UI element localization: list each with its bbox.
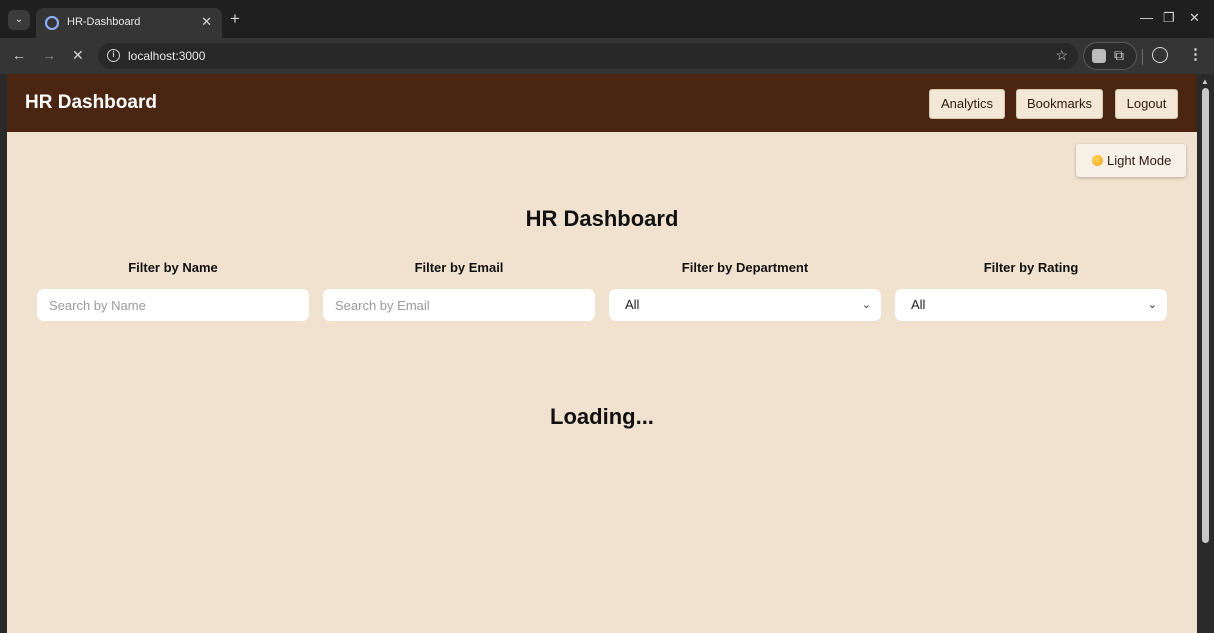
back-arrow-icon[interactable]: ← [12, 48, 26, 62]
extension-icon[interactable] [1092, 49, 1106, 63]
puzzle-icon[interactable]: ⧉ [1114, 47, 1124, 64]
url-text: localhost:3000 [128, 49, 206, 63]
browser-toolbar: ← → ✕ i localhost:3000 ☆ [0, 38, 1214, 74]
logout-button[interactable]: Logout [1115, 89, 1178, 119]
theme-toggle-label: Light Mode [1107, 153, 1172, 168]
hr-dashboard-page: HR Dashboard Analytics Bookmarks Logout … [7, 74, 1197, 633]
window-close-icon[interactable]: ✕ [1189, 10, 1200, 26]
theme-toggle-button[interactable]: Light Mode [1076, 144, 1186, 177]
toolbar-separator [1142, 49, 1143, 65]
extensions-group: ⧉ [1083, 42, 1137, 70]
favicon-icon [45, 16, 59, 30]
browser-viewport: HR Dashboard Analytics Bookmarks Logout … [0, 74, 1214, 633]
tab-title: HR-Dashboard [67, 16, 141, 28]
rating-selected-value: All [911, 297, 926, 312]
bookmark-star-icon[interactable]: ☆ [1055, 47, 1068, 64]
analytics-button[interactable]: Analytics [929, 89, 1005, 119]
minimize-icon[interactable]: — [1140, 10, 1153, 25]
brand-title[interactable]: HR Dashboard [25, 92, 157, 114]
filter-name-label: Filter by Name [128, 260, 218, 275]
filter-department-label: Filter by Department [681, 260, 809, 275]
chevron-down-icon: ⌄ [1147, 299, 1157, 311]
scroll-up-arrow-icon[interactable]: ▲ [1201, 77, 1209, 86]
tab-search-chevron-icon[interactable]: ⌄ [8, 10, 30, 30]
scrollbar[interactable]: ▲ [1197, 74, 1214, 633]
address-bar[interactable]: i localhost:3000 ☆ [98, 43, 1078, 69]
app-navbar: HR Dashboard Analytics Bookmarks Logout [7, 74, 1197, 132]
profile-icon[interactable] [1152, 47, 1168, 63]
filter-rating-label: Filter by Rating [983, 260, 1079, 275]
browser-titlebar: ⌄ HR-Dashboard ✕ + — ❐ ✕ [0, 0, 1214, 38]
department-select[interactable]: All ⌄ [609, 289, 881, 321]
name-search-input[interactable] [37, 289, 309, 321]
department-selected-value: All [625, 297, 640, 312]
chevron-down-icon: ⌄ [861, 299, 871, 311]
menu-kebab-icon[interactable]: ⋮ [1188, 45, 1203, 63]
bookmarks-button[interactable]: Bookmarks [1016, 89, 1103, 119]
sun-icon [1092, 155, 1103, 166]
loading-text: Loading... [550, 404, 654, 429]
stop-loading-icon[interactable]: ✕ [72, 48, 84, 62]
page-title: HR Dashboard [525, 206, 679, 231]
filter-email-label: Filter by Email [414, 260, 504, 275]
browser-tab[interactable]: HR-Dashboard ✕ [36, 8, 222, 38]
rating-select[interactable]: All ⌄ [895, 289, 1167, 321]
tab-close-icon[interactable]: ✕ [201, 14, 212, 30]
site-info-icon[interactable]: i [107, 49, 120, 62]
scrollbar-thumb[interactable] [1202, 88, 1209, 543]
new-tab-plus-icon[interactable]: + [230, 10, 240, 27]
restore-icon[interactable]: ❐ [1163, 10, 1175, 26]
email-search-input[interactable] [323, 289, 595, 321]
forward-arrow-icon[interactable]: → [42, 48, 56, 62]
